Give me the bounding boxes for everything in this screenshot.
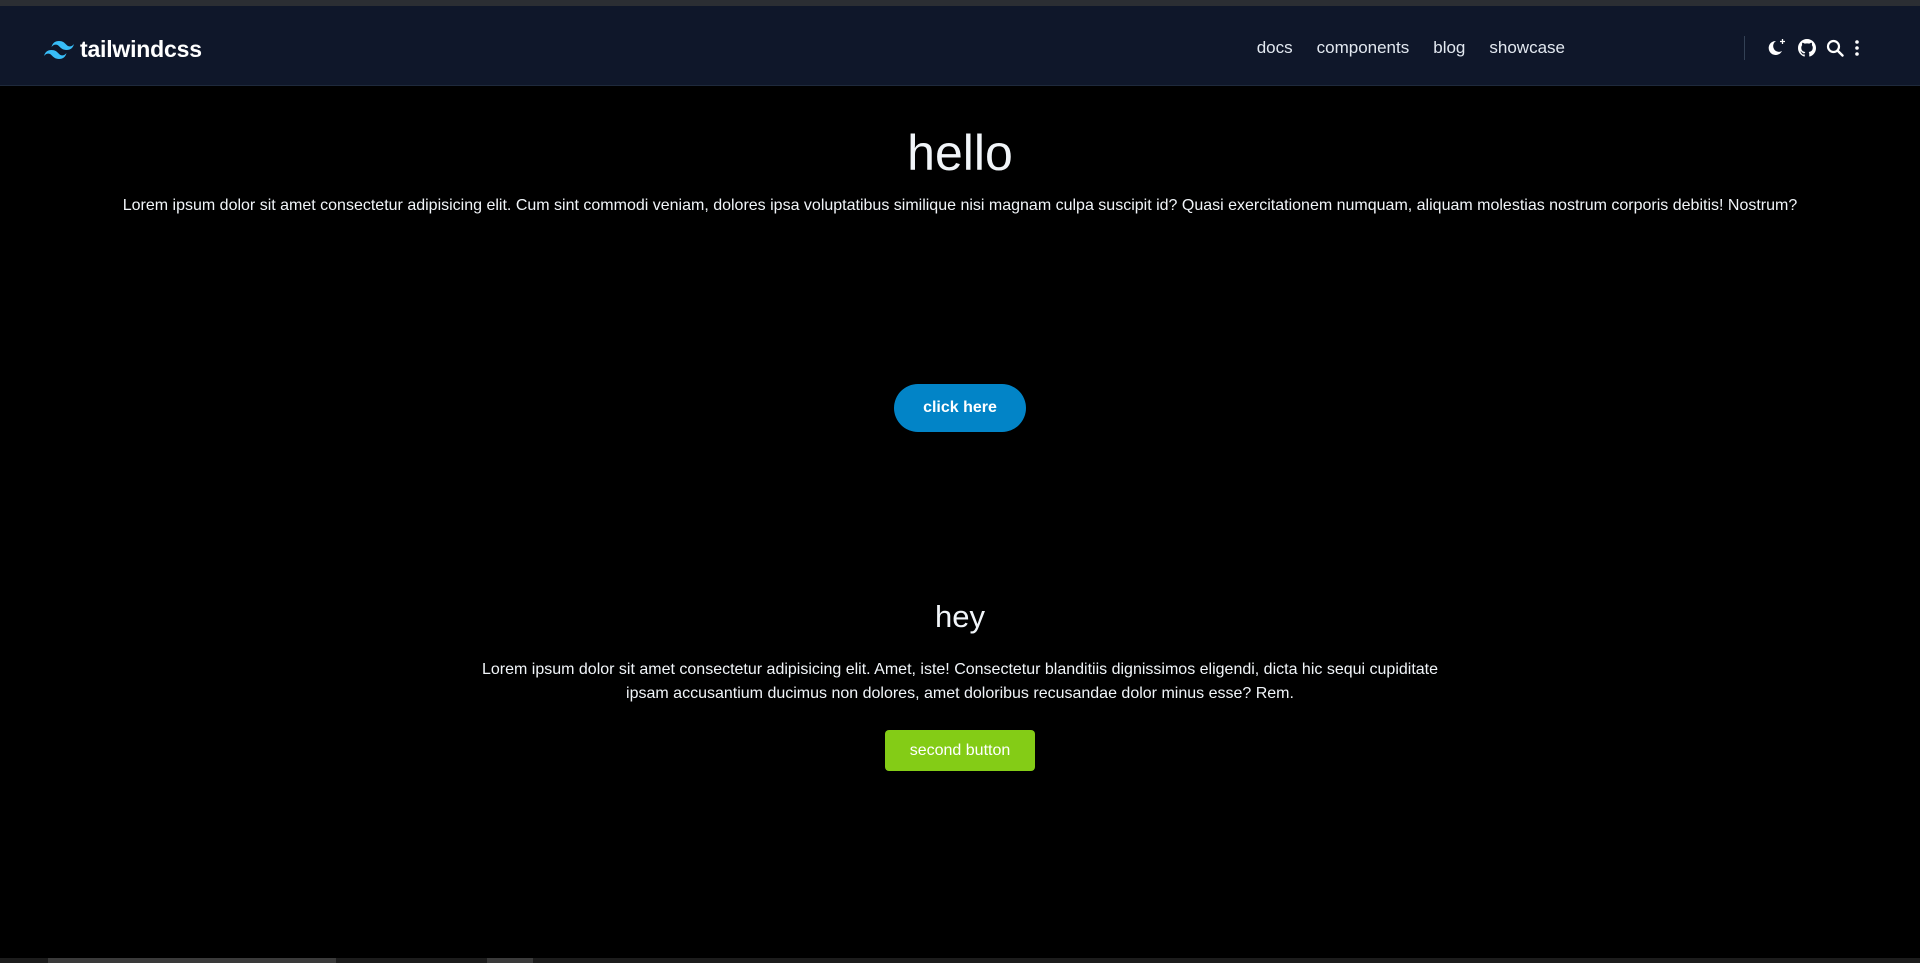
- nav-link-docs[interactable]: docs: [1257, 36, 1293, 60]
- brand-name: tailwindcss: [80, 36, 202, 62]
- scrollbar-thumb[interactable]: [48, 958, 336, 963]
- hero-title: hello: [907, 125, 1013, 181]
- nav-link-showcase[interactable]: showcase: [1489, 36, 1565, 60]
- brand-link[interactable]: tailwindcss: [44, 36, 202, 63]
- search-icon[interactable]: [1826, 39, 1844, 57]
- section-title: hey: [935, 599, 985, 634]
- tailwind-wave-icon: [44, 40, 74, 59]
- navbar: tailwindcss docs components blog showcas…: [0, 6, 1920, 86]
- nav-icons: [1766, 38, 1870, 58]
- github-icon[interactable]: [1798, 39, 1816, 57]
- second-button[interactable]: second button: [885, 730, 1035, 771]
- section-text: Lorem ipsum dolor sit amet consectetur a…: [481, 661, 1439, 702]
- nav-divider: [1744, 36, 1745, 60]
- scrollbar-thumb-secondary[interactable]: [487, 958, 533, 963]
- nav-links: docs components blog showcase: [1233, 36, 1565, 60]
- click-here-button[interactable]: click here: [894, 384, 1026, 432]
- theme-toggle-moon-icon[interactable]: [1766, 38, 1788, 58]
- more-vertical-icon[interactable]: [1854, 39, 1860, 57]
- hero-text: Lorem ipsum dolor sit amet consectetur a…: [122, 197, 1798, 214]
- nav-link-components[interactable]: components: [1317, 36, 1410, 60]
- nav-link-blog[interactable]: blog: [1433, 36, 1465, 60]
